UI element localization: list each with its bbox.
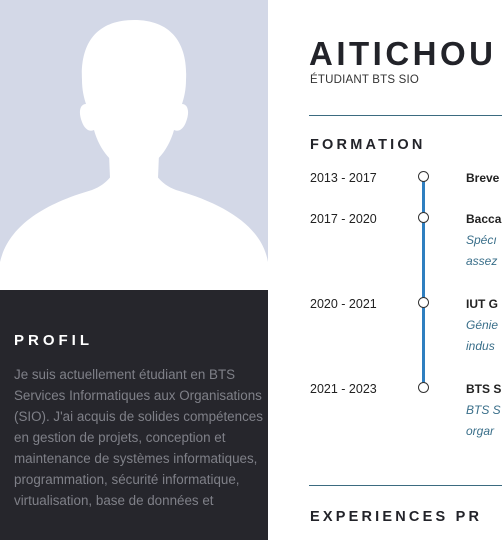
candidate-name: AITICHOU bbox=[309, 35, 497, 72]
formation-desc-3a: Génie bbox=[466, 318, 499, 332]
formation-desc-4b: orgar bbox=[466, 424, 495, 438]
formation-date-3: 2020 - 2021 bbox=[310, 297, 377, 311]
header-divider bbox=[309, 115, 502, 116]
formation-date-2: 2017 - 2020 bbox=[310, 212, 377, 226]
formation-title-3: IUT G bbox=[466, 297, 498, 311]
formation-desc-2b: assez bbox=[466, 254, 498, 268]
formation-desc-4a: BTS S bbox=[466, 403, 501, 417]
candidate-role: ÉTUDIANT BTS SIO bbox=[310, 74, 420, 86]
timeline-dot-2 bbox=[418, 212, 429, 223]
timeline-dot-4 bbox=[418, 382, 429, 393]
formation-date-4: 2021 - 2023 bbox=[310, 382, 377, 396]
timeline-dot-3 bbox=[418, 297, 429, 308]
formation-title-1: Breve bbox=[466, 171, 500, 185]
profile-sidebar: PROFIL Je suis actuellement étudiant en … bbox=[0, 290, 268, 540]
formation-desc-3b: indus bbox=[466, 339, 495, 353]
experience-heading: EXPERIENCES PR bbox=[310, 509, 483, 525]
formation-date-1: 2013 - 2017 bbox=[310, 171, 377, 185]
avatar-silhouette-icon bbox=[0, 20, 268, 290]
formation-title-2: Bacca bbox=[466, 212, 502, 226]
timeline-line bbox=[422, 176, 425, 389]
profile-heading: PROFIL bbox=[14, 332, 93, 349]
formation-desc-2a: Spécı bbox=[466, 233, 497, 247]
formation-heading: FORMATION bbox=[310, 137, 426, 153]
profile-photo bbox=[0, 0, 268, 290]
formation-divider bbox=[309, 485, 502, 486]
timeline-dot-1 bbox=[418, 171, 429, 182]
profile-description: Je suis actuellement étudiant en BTS Ser… bbox=[14, 367, 263, 508]
formation-title-4: BTS S bbox=[466, 382, 502, 396]
